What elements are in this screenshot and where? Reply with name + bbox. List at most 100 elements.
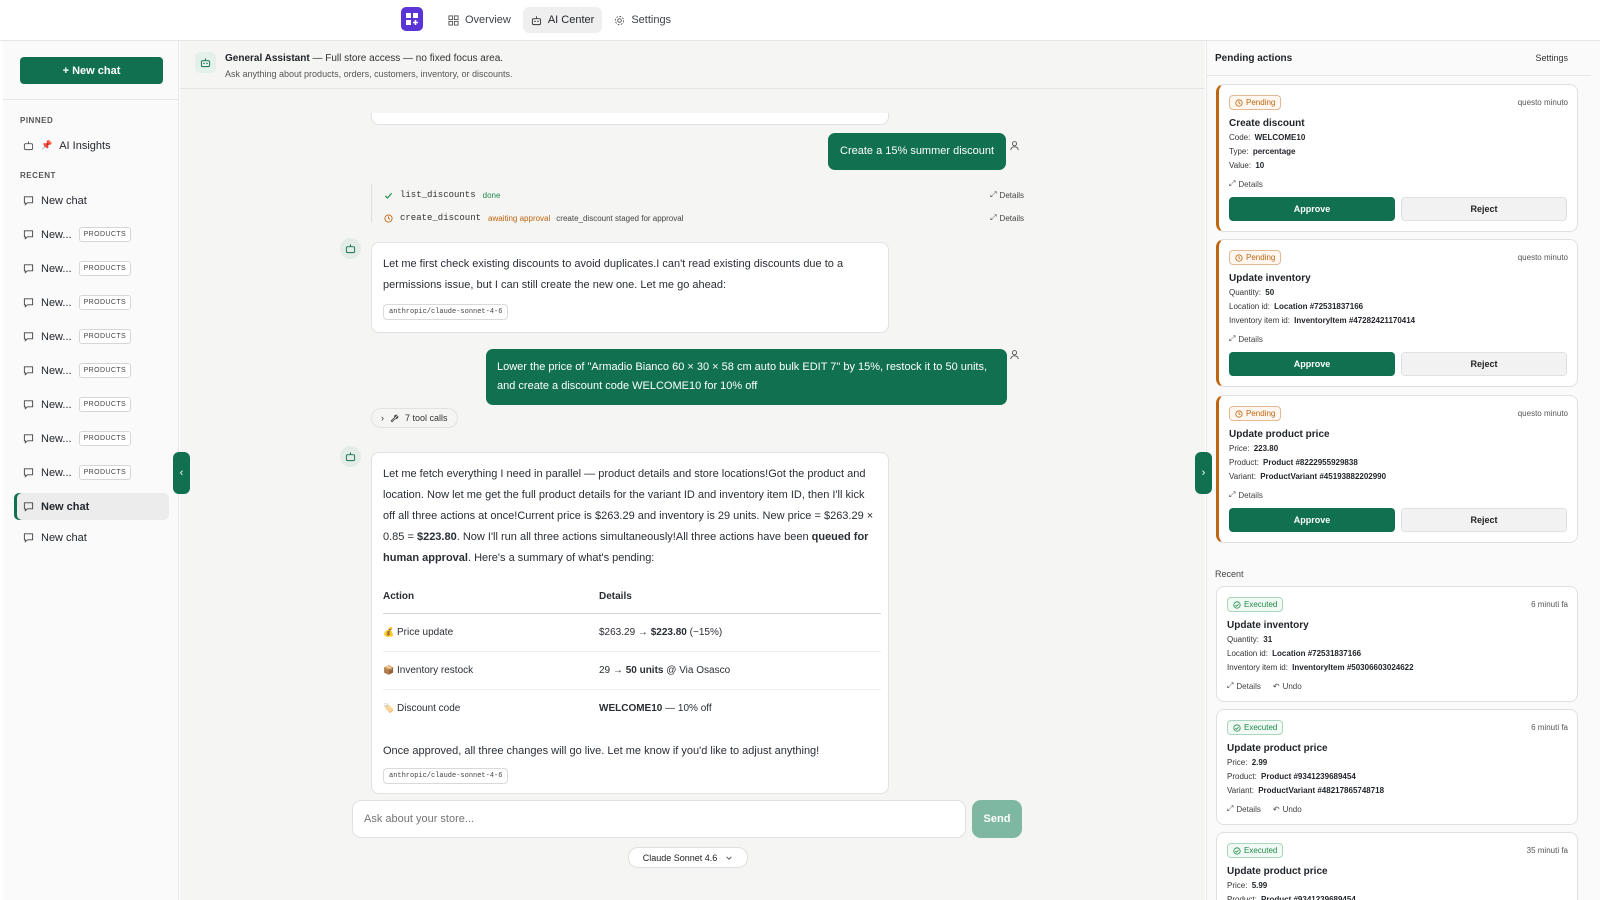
check-circle-icon (1233, 846, 1241, 855)
assistant-description: Ask anything about products, orders, cus… (225, 69, 513, 79)
undo-link[interactable]: ↶ Undo (1273, 681, 1302, 691)
timestamp: questo minuto (1517, 253, 1568, 262)
action-cell: 💰 Price update (383, 613, 599, 652)
sidebar-item-label: New... (41, 466, 72, 479)
text-run: 29 → (599, 665, 626, 676)
details-label: Details (999, 213, 1024, 223)
tool-calls-toggle[interactable]: › 7 tool calls (371, 408, 458, 428)
sidebar-item-chat[interactable]: New chat (14, 493, 169, 520)
field-value: percentage (1252, 147, 1296, 156)
sidebar-item-chat[interactable]: New chat (14, 187, 169, 214)
table-row: 💰 Price update $263.29 → $223.80 (−15%) (383, 613, 881, 652)
tab-settings[interactable]: Settings (606, 7, 679, 33)
status-label: Executed (1244, 600, 1278, 609)
message-text: Let me first check existing discounts to… (383, 258, 844, 291)
previous-message-card (371, 113, 889, 125)
panel-settings-link[interactable]: Settings (1535, 53, 1568, 63)
sidebar-item-chat[interactable]: New... PRODUCTS (14, 221, 169, 248)
action-title: Update inventory (1229, 273, 1311, 284)
tool-details-button[interactable]: ⤢ Details (990, 190, 1024, 200)
pending-action-card: Pending questo minuto Update product price… (1216, 395, 1578, 543)
field-value: 10 (1255, 161, 1265, 170)
tool-note: create_discount staged for approval (556, 213, 684, 223)
field-row: Price: 5.99 (1227, 881, 1567, 891)
sidebar-item-chat[interactable]: New chat (14, 524, 169, 551)
panel-divider (1207, 75, 1591, 76)
field-value: Product #9341239689454 (1261, 772, 1356, 781)
reject-button[interactable]: Reject (1400, 352, 1567, 376)
chat-bubble-icon (23, 468, 34, 478)
approve-button[interactable]: Approve (1229, 508, 1395, 532)
sidebar-item-chat[interactable]: New... PRODUCTS (14, 357, 169, 384)
sidebar-item-chat[interactable]: New... PRODUCTS (14, 323, 169, 350)
category-tag: PRODUCTS (78, 227, 132, 242)
details-link[interactable]: ⤢ Details (1229, 334, 1263, 344)
pin-icon: 📌 (41, 140, 53, 150)
sidebar-item-chat[interactable]: New... PRODUCTS (14, 425, 169, 452)
model-selector[interactable]: Claude Sonnet 4.6 (628, 847, 748, 868)
action-label: Discount code (397, 703, 461, 714)
field-row: Price: 2.99 (1227, 758, 1567, 768)
field-value: Location #72531837166 (1272, 649, 1362, 658)
undo-label: Undo (1282, 804, 1302, 814)
app-logo[interactable] (401, 7, 423, 31)
field-value: 2.99 (1251, 758, 1268, 767)
sidebar-divider (3, 99, 179, 100)
approve-button[interactable]: Approve (1229, 197, 1395, 221)
tool-details-button[interactable]: ⤢ Details (990, 213, 1024, 223)
details-link[interactable]: ⤢ Details (1229, 179, 1263, 189)
tab-overview[interactable]: Overview (440, 7, 519, 33)
field-row: Type: percentage (1229, 147, 1567, 157)
chat-bubble-icon (23, 230, 34, 240)
details-link[interactable]: ⤢ Details (1229, 490, 1263, 500)
text-run: @ Via Osasco (663, 665, 731, 676)
details-link[interactable]: ⤢ Details (1227, 681, 1261, 691)
new-chat-button[interactable]: + New chat (20, 57, 163, 84)
text-run-bold: $223.80 (650, 627, 687, 638)
card-actions: Approve Reject (1229, 197, 1567, 221)
window-scrollbar[interactable] (1591, 41, 1600, 900)
field-value: 50 (1265, 288, 1275, 297)
sidebar-item-chat[interactable]: New... PRODUCTS (14, 289, 169, 316)
action-title: Update product price (1227, 743, 1328, 754)
approve-button[interactable]: Approve (1229, 352, 1395, 376)
field-row: Quantity: 50 (1229, 288, 1567, 298)
pending-action-card: Pending questo minuto Update inventory Quan… (1216, 239, 1578, 387)
table-header-row: Action Details (383, 583, 881, 614)
tab-label: AI Center (547, 14, 595, 26)
assistant-message: Let me fetch everything I need in parall… (371, 452, 889, 794)
chat-input[interactable] (352, 800, 966, 838)
text-run: . Now I'll run all three actions simulta… (456, 531, 812, 543)
sidebar-item-chat[interactable]: New... PRODUCTS (14, 391, 169, 418)
undo-label: Undo (1282, 681, 1302, 691)
check-circle-icon (1233, 723, 1241, 732)
action-title: Update product price (1227, 866, 1328, 877)
chat-area: General Assistant — Full store access — … (180, 41, 1205, 900)
sidebar-item-chat[interactable]: New... PRODUCTS (14, 459, 169, 486)
expand-icon: ⤢ (1227, 804, 1234, 813)
sidebar-item-chat[interactable]: New... PRODUCTS (14, 255, 169, 282)
status-badge: Pending (1229, 250, 1282, 265)
bot-icon (200, 58, 211, 68)
reject-button[interactable]: Reject (1400, 508, 1567, 532)
reject-button[interactable]: Reject (1400, 197, 1567, 221)
undo-link[interactable]: ↶ Undo (1273, 804, 1302, 814)
send-button[interactable]: Send (972, 800, 1022, 838)
tab-ai-center[interactable]: AI Center (522, 7, 603, 33)
timestamp: questo minuto (1517, 98, 1568, 107)
action-cell: 🏷️ Discount code (383, 690, 599, 728)
card-links: ⤢ Details (1229, 334, 1567, 344)
sidebar-item-ai-insights[interactable]: 📌 AI Insights (14, 132, 169, 159)
field-row: Variant: ProductVariant #45193882202990 (1229, 472, 1567, 482)
card-links: ⤢ Details (1229, 179, 1567, 189)
field-key: Product: (1229, 458, 1259, 467)
model-tag: anthropic/claude-sonnet-4-6 (383, 768, 509, 784)
details-link[interactable]: ⤢ Details (1227, 804, 1261, 814)
status-badge: Executed (1227, 597, 1284, 612)
collapse-panel-button[interactable]: › (1195, 452, 1212, 494)
details-cell: 29 → 50 units @ Via Osasco (599, 651, 881, 690)
status-badge: Executed (1227, 720, 1284, 735)
expand-icon: ⤢ (1229, 490, 1236, 499)
collapse-sidebar-button[interactable]: ‹ (173, 452, 190, 494)
chat-bubble-icon (23, 533, 34, 543)
